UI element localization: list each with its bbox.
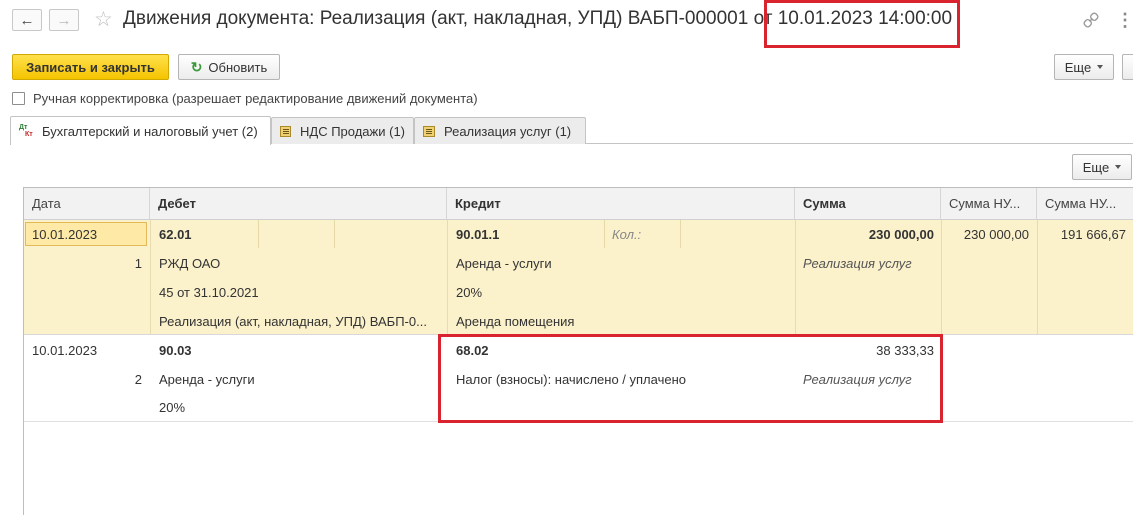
dt-kt-icon: Дт Кт (19, 124, 33, 138)
debit-subconto-2: 45 от 31.10.2021 (159, 285, 259, 300)
debit-account: 90.03 (159, 343, 192, 358)
column-header-debit[interactable]: Дебет (150, 188, 447, 219)
credit-subconto-2: 20% (456, 285, 483, 300)
more-label: Еще (1064, 59, 1092, 75)
table-row[interactable]: 10.01.2023 1 62.01 РЖД ОАО 45 от 31.10.2… (24, 220, 1133, 335)
debit-subconto-3: Реализация (акт, накладная, УПД) ВАБП-0.… (159, 314, 427, 329)
manual-edit-label: Ручная корректировка (разрешает редактир… (33, 91, 478, 106)
refresh-button[interactable]: ↻ Обновить (178, 54, 280, 80)
debit-subconto-1: РЖД ОАО (159, 256, 221, 271)
debit-subconto-1: Аренда - услуги (159, 372, 255, 387)
save-and-close-button[interactable]: Записать и закрыть (12, 54, 169, 80)
title-text: Движения документа: Реализация (акт, нак… (123, 8, 773, 29)
tab-label: Бухгалтерский и налоговый учет (2) (42, 123, 258, 139)
row-number: 1 (134, 256, 142, 271)
row-number: 2 (134, 372, 142, 387)
arrow-right-icon: → (56, 11, 72, 29)
column-header-date[interactable]: Дата (24, 188, 150, 219)
tab-label: Реализация услуг (1) (444, 123, 572, 139)
row-date: 10.01.2023 (32, 227, 98, 242)
refresh-label: Обновить (208, 59, 268, 75)
link-icon[interactable] (1082, 11, 1100, 29)
more-menu-icon[interactable]: ⋮ (1116, 10, 1133, 31)
column-header-amount[interactable]: Сумма (795, 188, 941, 219)
annotation-highlight-datetime (764, 0, 960, 48)
credit-quantity-label: Кол.: (612, 227, 642, 242)
tab-accounting[interactable]: Дт Кт Бухгалтерский и налоговый учет (2) (10, 116, 271, 145)
chevron-down-icon (1097, 65, 1104, 69)
table-header: Дата Дебет Кредит Сумма Сумма НУ... Сумм… (24, 188, 1133, 220)
back-button[interactable]: ← (12, 9, 42, 31)
row-amount-nu-kt: 191 666,67 (1060, 227, 1126, 242)
tab-vat-sales[interactable]: НДС Продажи (1) (271, 117, 414, 144)
register-icon (280, 125, 292, 137)
debit-subconto-2: 20% (159, 400, 186, 415)
credit-subconto-3: Аренда помещения (456, 314, 575, 329)
chevron-down-icon (1115, 165, 1122, 169)
column-header-amount-nu-dt[interactable]: Сумма НУ... (941, 188, 1037, 219)
arrow-left-icon: ← (19, 11, 35, 29)
row-content: Реализация услуг (803, 256, 912, 271)
tab-label: НДС Продажи (1) (300, 123, 405, 139)
grid-more-label: Еще (1082, 159, 1110, 175)
column-header-amount-nu-kt[interactable]: Сумма НУ... (1037, 188, 1133, 219)
column-header-credit[interactable]: Кредит (447, 188, 795, 219)
help-button[interactable] (1122, 54, 1133, 80)
favorite-star-icon[interactable]: ☆ (94, 7, 113, 32)
more-button[interactable]: Еще (1054, 54, 1114, 80)
refresh-icon: ↻ (190, 58, 203, 75)
debit-account: 62.01 (159, 227, 192, 242)
tab-services-sales[interactable]: Реализация услуг (1) (414, 117, 586, 144)
register-icon (423, 125, 435, 137)
row-amount-nu-dt: 230 000,00 (963, 227, 1029, 242)
row-amount: 230 000,00 (868, 227, 934, 242)
credit-subconto-1: Аренда - услуги (456, 256, 552, 271)
annotation-highlight-credit-68 (438, 334, 943, 423)
grid-more-button[interactable]: Еще (1072, 154, 1132, 180)
forward-button[interactable]: → (49, 9, 79, 31)
manual-edit-checkbox[interactable] (12, 92, 25, 105)
credit-account: 90.01.1 (456, 227, 500, 242)
row-date: 10.01.2023 (32, 343, 98, 358)
